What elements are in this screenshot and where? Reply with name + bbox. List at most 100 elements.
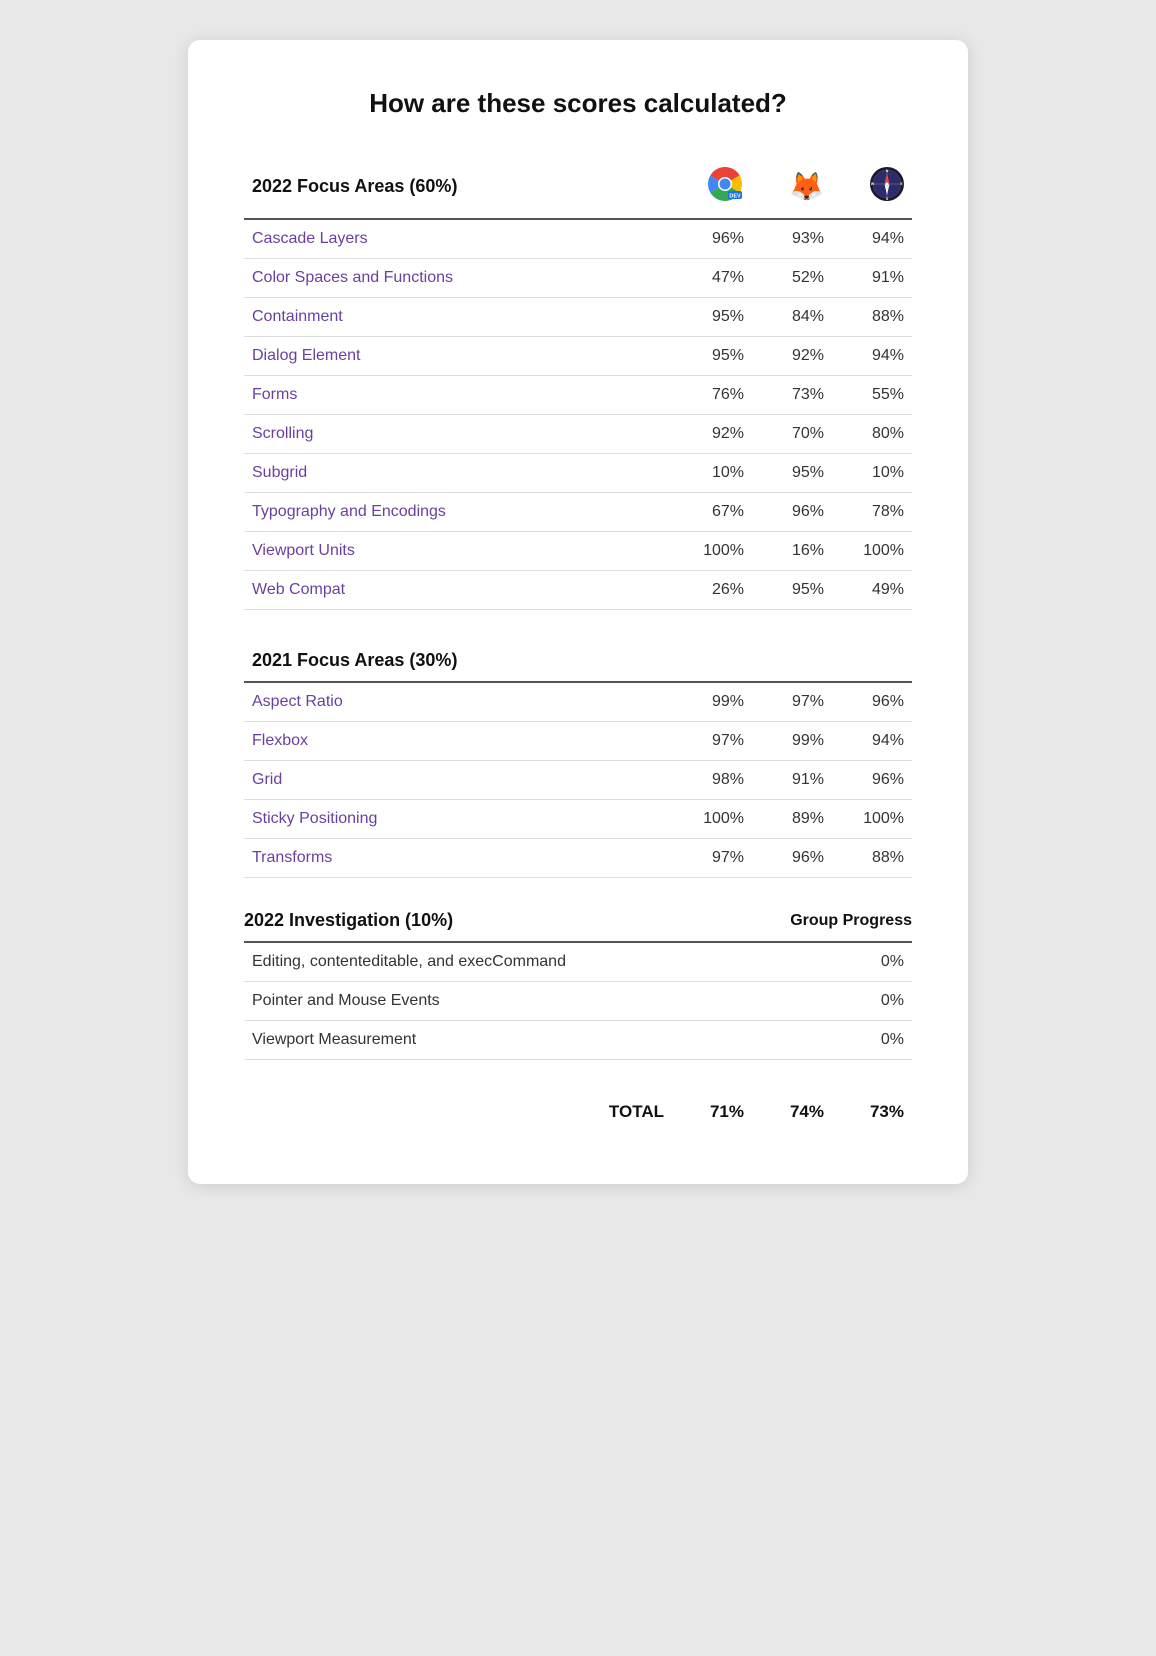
row-score-1: 91% — [752, 761, 832, 800]
row-score-0: 99% — [672, 682, 752, 722]
row-score: 0% — [841, 943, 912, 982]
row-label[interactable]: Flexbox — [244, 722, 672, 761]
row-score-2: 96% — [832, 761, 912, 800]
row-score-0: 10% — [672, 454, 752, 493]
row-score-0: 92% — [672, 415, 752, 454]
row-score-2: 96% — [832, 682, 912, 722]
table-row: Cascade Layers96%93%94% — [244, 219, 912, 259]
row-score-2: 100% — [832, 532, 912, 571]
focus-2021-table: 2021 Focus Areas (30%) Aspect Ratio99%97… — [244, 642, 912, 878]
row-score-1: 84% — [752, 298, 832, 337]
table-row: Forms76%73%55% — [244, 376, 912, 415]
safari-icon: N S E W — [870, 167, 904, 206]
table-row: Color Spaces and Functions47%52%91% — [244, 259, 912, 298]
row-label: Editing, contenteditable, and execComman… — [244, 943, 841, 982]
main-card: How are these scores calculated? 2022 Fo… — [188, 40, 968, 1184]
row-score-1: 99% — [752, 722, 832, 761]
row-score-1: 95% — [752, 454, 832, 493]
investigation-title: 2022 Investigation (10%) — [244, 910, 453, 931]
totals-table: TOTAL 71% 74% 73% — [244, 1092, 912, 1132]
row-score-0: 97% — [672, 839, 752, 878]
group-progress-label: Group Progress — [790, 912, 912, 930]
row-score-0: 76% — [672, 376, 752, 415]
row-score-2: 88% — [832, 839, 912, 878]
row-score-0: 47% — [672, 259, 752, 298]
row-label[interactable]: Cascade Layers — [244, 219, 672, 259]
row-score-0: 97% — [672, 722, 752, 761]
row-score-1: 92% — [752, 337, 832, 376]
row-label[interactable]: Viewport Units — [244, 532, 672, 571]
row-label[interactable]: Web Compat — [244, 571, 672, 610]
row-score-2: 94% — [832, 337, 912, 376]
row-score-1: 97% — [752, 682, 832, 722]
table-row: Flexbox97%99%94% — [244, 722, 912, 761]
row-label[interactable]: Typography and Encodings — [244, 493, 672, 532]
table-row: Editing, contenteditable, and execComman… — [244, 943, 912, 982]
row-score-0: 26% — [672, 571, 752, 610]
row-score-1: 89% — [752, 800, 832, 839]
table-row: Aspect Ratio99%97%96% — [244, 682, 912, 722]
row-score-0: 67% — [672, 493, 752, 532]
row-score-1: 16% — [752, 532, 832, 571]
investigation-header: 2022 Investigation (10%) Group Progress — [244, 910, 912, 943]
row-score-1: 93% — [752, 219, 832, 259]
row-score-2: 94% — [832, 219, 912, 259]
investigation-section: 2022 Investigation (10%) Group Progress … — [244, 910, 912, 1060]
row-label[interactable]: Color Spaces and Functions — [244, 259, 672, 298]
row-score-2: 94% — [832, 722, 912, 761]
row-label[interactable]: Aspect Ratio — [244, 682, 672, 722]
table-row: Sticky Positioning100%89%100% — [244, 800, 912, 839]
svg-text:DEV: DEV — [729, 194, 741, 200]
table-row: Transforms97%96%88% — [244, 839, 912, 878]
table-row: Pointer and Mouse Events0% — [244, 982, 912, 1021]
row-score-1: 95% — [752, 571, 832, 610]
row-label: Pointer and Mouse Events — [244, 982, 841, 1021]
row-score-2: 10% — [832, 454, 912, 493]
row-score-0: 98% — [672, 761, 752, 800]
row-label: Viewport Measurement — [244, 1021, 841, 1060]
row-score-0: 100% — [672, 800, 752, 839]
table-row: Grid98%91%96% — [244, 761, 912, 800]
table-row: Subgrid10%95%10% — [244, 454, 912, 493]
row-score-1: 70% — [752, 415, 832, 454]
row-score-2: 91% — [832, 259, 912, 298]
firefox-icon: 🦊 — [789, 173, 824, 201]
row-score-1: 96% — [752, 493, 832, 532]
total-score-firefox: 74% — [752, 1092, 832, 1132]
row-label[interactable]: Grid — [244, 761, 672, 800]
row-label[interactable]: Sticky Positioning — [244, 800, 672, 839]
focus-2022-heading: 2022 Focus Areas (60%) — [252, 176, 457, 196]
total-label: TOTAL — [244, 1092, 672, 1132]
table-row: Dialog Element95%92%94% — [244, 337, 912, 376]
investigation-table: Editing, contenteditable, and execComman… — [244, 943, 912, 1060]
row-label[interactable]: Containment — [244, 298, 672, 337]
focus-2021-heading: 2021 Focus Areas (30%) — [252, 650, 457, 670]
row-score-0: 96% — [672, 219, 752, 259]
focus-2022-table: 2022 Focus Areas (60%) — [244, 155, 912, 610]
total-score-chrome: 71% — [672, 1092, 752, 1132]
row-score-2: 78% — [832, 493, 912, 532]
total-score-safari: 73% — [832, 1092, 912, 1132]
row-score-0: 95% — [672, 337, 752, 376]
table-row: Containment95%84%88% — [244, 298, 912, 337]
row-label[interactable]: Dialog Element — [244, 337, 672, 376]
row-label[interactable]: Transforms — [244, 839, 672, 878]
table-row: Scrolling92%70%80% — [244, 415, 912, 454]
row-score: 0% — [841, 1021, 912, 1060]
row-label[interactable]: Forms — [244, 376, 672, 415]
row-label[interactable]: Subgrid — [244, 454, 672, 493]
chrome-dev-icon: DEV — [706, 165, 744, 203]
row-score-2: 88% — [832, 298, 912, 337]
table-row: Typography and Encodings67%96%78% — [244, 493, 912, 532]
row-score-1: 52% — [752, 259, 832, 298]
row-score-1: 96% — [752, 839, 832, 878]
page-title: How are these scores calculated? — [244, 88, 912, 119]
row-score-0: 100% — [672, 532, 752, 571]
row-score-2: 100% — [832, 800, 912, 839]
row-label[interactable]: Scrolling — [244, 415, 672, 454]
row-score-2: 49% — [832, 571, 912, 610]
row-score-1: 73% — [752, 376, 832, 415]
table-row: Viewport Units100%16%100% — [244, 532, 912, 571]
table-row: Web Compat26%95%49% — [244, 571, 912, 610]
row-score-0: 95% — [672, 298, 752, 337]
